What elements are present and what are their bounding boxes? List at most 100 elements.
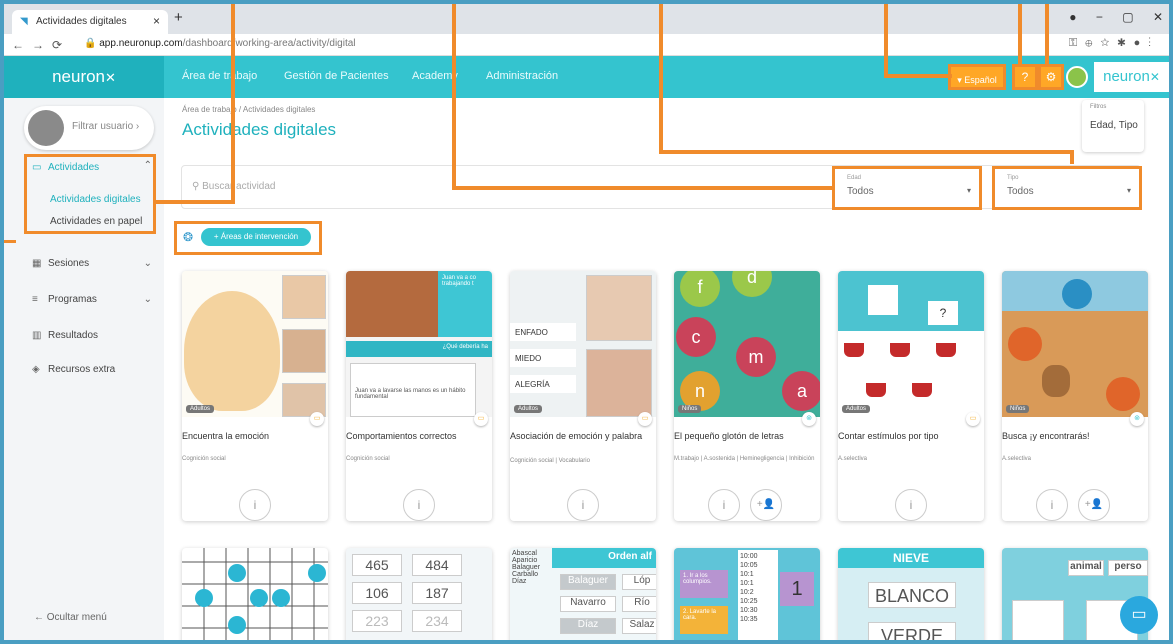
sidebar-item-resultados[interactable]: ▥ Resultados xyxy=(32,330,98,341)
info-button[interactable]: i xyxy=(403,489,435,521)
activity-card[interactable]: 1. Ir a los columpios. 2. Lavarte la car… xyxy=(674,548,820,640)
edad-label: Edad xyxy=(847,175,862,181)
paper-icon: ▭ xyxy=(310,412,324,426)
ball xyxy=(1008,327,1042,361)
tipo-select[interactable]: Tipo Todos ▾ xyxy=(992,166,1142,210)
chevron-down-icon[interactable]: ⌄ xyxy=(144,294,152,305)
nav-academy[interactable]: Academy xyxy=(412,70,458,82)
activity-card[interactable]: ENFADO MIEDO ALEGRÍA Adultos ▭ Asociació… xyxy=(510,271,656,521)
activity-card[interactable]: 465 484 106 187 223 234 xyxy=(346,548,492,640)
time-slot: 10:1 xyxy=(740,580,754,587)
sidebar-item-label: Actividades xyxy=(48,162,100,173)
sidebar-item-sesiones[interactable]: ▦ Sesiones xyxy=(32,258,89,269)
pot-icon xyxy=(890,343,910,357)
sidebar-item-programas[interactable]: ≡ Programas xyxy=(32,294,97,305)
timeline: 10:00 10:05 10:1 10:1 10:2 10:25 10:30 10:35 xyxy=(738,550,778,640)
number-tile: 234 xyxy=(412,610,462,632)
time-slot: 10:25 xyxy=(740,598,758,605)
card-title: Comportamientos correctos xyxy=(346,431,457,441)
nav-buttons[interactable]: ←→⟳ xyxy=(12,38,70,52)
sidebar-item-actividades-papel[interactable]: Actividades en papel xyxy=(50,216,142,227)
age-badge: Niños xyxy=(678,405,702,413)
minimize-icon[interactable]: − xyxy=(1096,10,1103,24)
lock-icon: 🔒 xyxy=(84,38,100,49)
info-button[interactable]: i xyxy=(567,489,599,521)
url-field[interactable]: 🔒 app.neuronup.com/dashboard/working-are… xyxy=(84,38,356,49)
chevron-down-icon[interactable]: ⌄ xyxy=(144,258,152,269)
profile-icon[interactable]: ● xyxy=(1069,10,1076,24)
face-illustration xyxy=(184,291,280,411)
category-tile: perso xyxy=(1108,560,1148,576)
sidebar-item-actividades-digitales[interactable]: Actividades digitales xyxy=(50,194,141,205)
sessions-icon: ▦ xyxy=(32,258,42,269)
settings-icon[interactable]: ⚙ xyxy=(1038,64,1064,90)
nav-gestion-pacientes[interactable]: Gestión de Pacientes xyxy=(284,70,389,82)
sidebar-item-recursos-extra[interactable]: ◈ Recursos extra xyxy=(32,364,115,375)
category-tile: animal xyxy=(1068,560,1104,576)
word-tile: ALEGRÍA xyxy=(510,375,576,393)
card-title: Busca ¡y encontrarás! xyxy=(1002,431,1090,441)
close-tab-icon[interactable]: × xyxy=(153,14,160,28)
info-button[interactable]: i xyxy=(239,489,271,521)
nav-administracion[interactable]: Administración xyxy=(486,70,558,82)
card-image xyxy=(182,271,328,417)
info-button[interactable]: i xyxy=(895,489,927,521)
add-user-button[interactable]: +👤 xyxy=(750,489,782,521)
pot-icon xyxy=(912,383,932,397)
language-selector[interactable]: ▾ Español xyxy=(948,64,1006,90)
card-title: Asociación de emoción y palabra xyxy=(510,431,643,441)
option-tile: Lóp xyxy=(622,574,656,590)
tipo-label: Tipo xyxy=(1007,175,1019,181)
edad-value: Todos xyxy=(847,186,874,197)
logo[interactable]: neuron✕ xyxy=(4,56,164,98)
help-icon[interactable]: ? xyxy=(1012,64,1038,90)
time-slot: 10:35 xyxy=(740,616,758,623)
extension-icons[interactable]: ⚿⊕☆✱●⋮ xyxy=(1069,37,1159,50)
areas-intervencion-button[interactable]: + Áreas de intervención xyxy=(201,228,311,246)
window-controls: ● − ▢ ✕ xyxy=(1053,10,1163,24)
sidebar-item-label: Programas xyxy=(48,294,97,305)
results-icon: ▥ xyxy=(32,330,42,341)
ball xyxy=(1062,279,1092,309)
add-user-button[interactable]: +👤 xyxy=(1078,489,1110,521)
annotation-line xyxy=(1070,150,1074,164)
tipo-value: Todos xyxy=(1007,186,1034,197)
edad-select[interactable]: Edad Todos ▾ xyxy=(832,166,982,210)
card-tags: A.selectiva xyxy=(838,456,868,462)
browser-tab[interactable]: ◥ Actividades digitales × xyxy=(12,10,168,34)
option-tile: Navarro xyxy=(560,596,616,612)
card-tags: A.selectiva xyxy=(1002,456,1032,462)
new-tab-button[interactable]: + xyxy=(174,9,183,26)
chat-icon[interactable]: ▭ xyxy=(1120,596,1158,634)
sidebar-item-actividades[interactable]: ▭ Actividades xyxy=(32,162,99,173)
chevron-up-icon[interactable]: ⌃ xyxy=(144,160,152,171)
activity-card[interactable]: f d c m n a Niños ⊚ El pequeño glotón de… xyxy=(674,271,820,521)
name-item: Aparicio xyxy=(512,557,538,564)
paper-icon: ▭ xyxy=(474,412,488,426)
info-button[interactable]: i xyxy=(1036,489,1068,521)
filter-user-button[interactable]: Filtrar usuario › xyxy=(24,106,154,150)
filters-select[interactable]: Filtros Edad, Tipo xyxy=(1082,100,1144,152)
sidebar-item-label: Sesiones xyxy=(48,258,90,269)
activity-card[interactable]: Abascal Aparicio Balaguer Carballo Díaz Orde… xyxy=(510,548,656,640)
activity-card[interactable]: Niños ⊚ Busca ¡y encontrarás! A.selectiv… xyxy=(1002,271,1148,521)
card-title: Contar estímulos por tipo xyxy=(838,431,939,441)
url-host: app.neuronup.com xyxy=(99,38,183,49)
close-window-icon[interactable]: ✕ xyxy=(1153,10,1163,24)
letter-ball: m xyxy=(736,337,776,377)
question-bar: ¿Qué debería ha xyxy=(346,341,492,357)
activity-card[interactable]: ? Adultos ▭ Contar estímulos por tipo A.… xyxy=(838,271,984,521)
activity-card[interactable]: Adultos ▭ Encuentra la emoción Cognición… xyxy=(182,271,328,521)
activity-card[interactable] xyxy=(182,548,328,640)
info-button[interactable]: i xyxy=(708,489,740,521)
breadcrumb: Área de trabajo / Actividades digitales xyxy=(182,105,316,114)
time-slot: 10:1 xyxy=(740,571,754,578)
activity-card[interactable]: NIEVE BLANCO VERDE xyxy=(838,548,984,640)
user-avatar[interactable] xyxy=(1066,66,1088,88)
logo-right-text: neuron xyxy=(1103,68,1150,85)
maximize-icon[interactable]: ▢ xyxy=(1122,10,1133,24)
activity-card[interactable]: Juan va a co trabajando t ¿Qué debería h… xyxy=(346,271,492,521)
gamepad-icon: ⊚ xyxy=(802,412,816,426)
nav-area-de-trabajo[interactable]: Área de trabajo xyxy=(182,70,257,82)
hide-menu-button[interactable]: ← Ocultar menú xyxy=(34,612,107,623)
